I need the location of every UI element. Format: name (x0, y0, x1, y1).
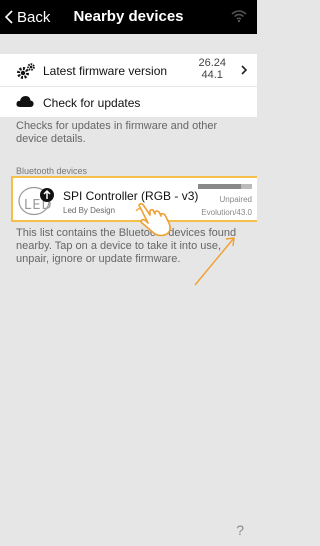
upload-badge-icon (40, 188, 54, 202)
signal-strength-bar (198, 184, 252, 189)
annotation-arrow-icon (194, 237, 235, 286)
gears-icon (17, 63, 35, 79)
firmware-version-secondary: 44.1 (201, 69, 223, 81)
led-logo: LED (17, 184, 54, 216)
page-title: Nearby devices (73, 8, 184, 25)
device-name: SPI Controller (RGB - v3) (63, 189, 199, 203)
device-status: Unpaired (219, 195, 252, 204)
device-firmware: Evolution/43.0 (201, 208, 252, 217)
latest-firmware-row[interactable]: Latest firmware version 26.24 44.1 (0, 54, 257, 86)
check-updates-label: Check for updates (43, 96, 141, 110)
signal-strength-fill (198, 184, 242, 189)
top-bar: Back Nearby devices (0, 0, 257, 34)
firmware-version-primary: 26.24 (198, 57, 226, 69)
help-button[interactable]: ? (236, 522, 244, 538)
check-updates-row[interactable]: Check for updates (0, 87, 257, 117)
spacer (0, 34, 257, 54)
device-maker: Led By Design (63, 206, 116, 215)
firmware-versions: 26.24 44.1 (198, 57, 226, 81)
bluetooth-section-label: Bluetooth devices (16, 166, 88, 176)
chevron-right-icon (241, 65, 248, 75)
tap-hand-icon (135, 203, 171, 237)
latest-firmware-label: Latest firmware version (43, 64, 168, 78)
cloud-icon (16, 96, 34, 107)
updates-description: Checks for updates in firmware and other… (16, 120, 218, 145)
wifi-icon (231, 10, 247, 23)
